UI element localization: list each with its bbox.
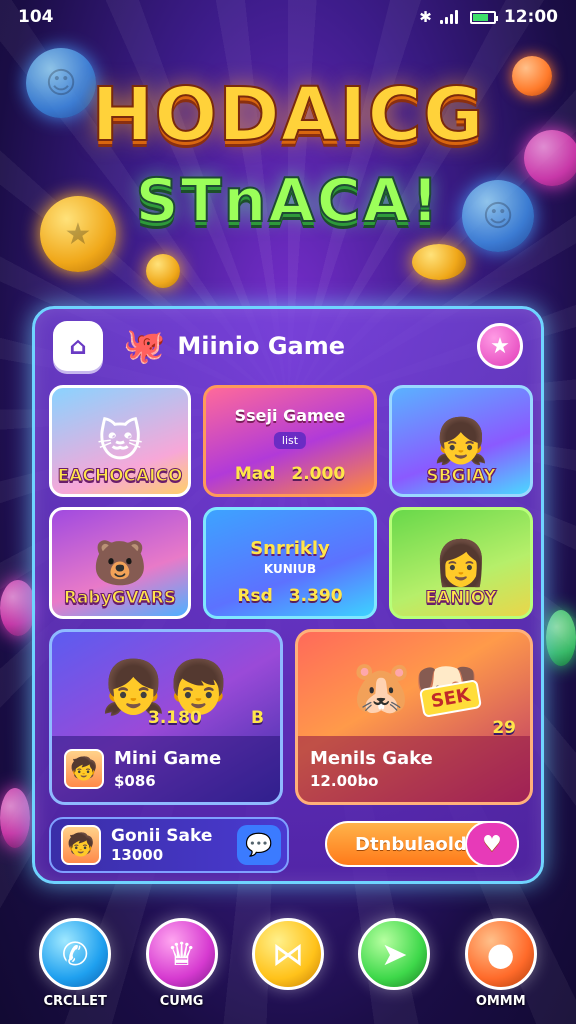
- game-chip-price: 13000: [111, 846, 164, 864]
- bow-icon[interactable]: ⋈: [251, 918, 324, 990]
- game-card-label: EACHOCAICO: [57, 466, 183, 487]
- wifi-icon: [439, 10, 462, 24]
- panel-header: ⌂ 🐙 Miinio Game ★: [35, 309, 541, 383]
- game-card-price: 3.390: [288, 586, 343, 606]
- star-button[interactable]: ★: [477, 323, 523, 369]
- status-left-text: 104: [18, 7, 54, 27]
- nav-label: CRCLLET: [43, 994, 107, 1009]
- nav-item-share[interactable]: ➤: [349, 918, 439, 1010]
- featured-game-card[interactable]: 👧👦 3.180 B 🧒 Mini Game $086: [49, 629, 283, 805]
- game-card[interactable]: 👧 SBGIAY: [389, 385, 533, 497]
- arrow-icon[interactable]: ➤: [358, 918, 431, 990]
- featured-title: Mini Game: [114, 748, 222, 769]
- bottom-nav: ✆ CRCLLET ♛ CUMG ⋈ ➤ ● OMMM: [0, 918, 576, 1010]
- game-panel: ⌂ 🐙 Miinio Game ★ 🐱 EACHOCAICO Sseji Gam…: [32, 306, 544, 884]
- game-card[interactable]: 🐱 EACHOCAICO: [49, 385, 191, 497]
- heart-icon: ♥: [465, 821, 519, 867]
- game-card[interactable]: 🐻 RabyGVARS: [49, 507, 191, 619]
- nav-item-call[interactable]: ✆ CRCLLET: [30, 918, 120, 1010]
- octopus-icon: 🐙: [123, 326, 166, 366]
- coin-decoration: [412, 244, 466, 280]
- game-card-price: 2.000: [291, 464, 346, 484]
- featured-price: $086: [114, 772, 156, 790]
- game-chip[interactable]: 🧒 Gonii Sake 13000 💬: [49, 817, 289, 873]
- featured-badge: 29: [492, 718, 516, 738]
- game-card[interactable]: Sseji Gamee list Mad 2.000: [203, 385, 377, 497]
- download-label: Dtnbulaold: [355, 833, 467, 855]
- game-card-currency: Rsd: [237, 586, 273, 606]
- nav-label: CUMG: [159, 994, 204, 1009]
- battery-icon: [469, 10, 498, 24]
- game-card-currency: Mad: [234, 464, 276, 484]
- game-card-pill: list: [273, 432, 307, 449]
- featured-title: Menils Gake: [310, 748, 433, 769]
- game-card[interactable]: Snrrikly KUNIUB Rsd 3.390: [203, 507, 377, 619]
- nav-item-gift[interactable]: ⋈: [243, 918, 333, 1010]
- coin-decoration: [0, 580, 36, 636]
- phone-icon[interactable]: ✆: [39, 918, 112, 990]
- game-card-label: SBGIAY: [426, 466, 496, 487]
- game-card[interactable]: 👩 EANIOY: [389, 507, 533, 619]
- chat-icon[interactable]: 💬: [237, 825, 281, 865]
- coin-decoration: [546, 610, 576, 666]
- game-title-line1: HODAICG: [90, 71, 485, 159]
- game-card-label: RabyGVARS: [63, 588, 177, 609]
- chat-bubble-icon[interactable]: ●: [464, 918, 537, 990]
- game-thumbnail: 🧒: [64, 749, 104, 789]
- chef-hat-icon[interactable]: ♛: [145, 918, 218, 990]
- game-card-title: Sseji Gamee: [234, 406, 346, 425]
- nav-item-game[interactable]: ♛ CUMG: [137, 918, 227, 1010]
- nav-label: OMMM: [475, 994, 526, 1009]
- gamepad-icon-button[interactable]: ⌂: [53, 321, 103, 371]
- status-time: 12:00: [503, 7, 558, 27]
- game-card-subtitle: KUNIUB: [263, 562, 317, 576]
- game-title-line2: STnACA!: [134, 165, 441, 237]
- game-card-label: EANIOY: [425, 588, 497, 609]
- coin-decoration: [146, 254, 180, 288]
- game-chip-title: Gonii Sake: [111, 826, 213, 846]
- featured-badge-secondary: B: [251, 708, 264, 728]
- nav-item-chat[interactable]: ● OMMM: [456, 918, 546, 1010]
- featured-badge: 3.180: [148, 708, 202, 728]
- bluetooth-icon: ✱: [419, 8, 432, 26]
- status-bar: 104 ✱ 12:00: [0, 0, 576, 34]
- panel-title: Miinio Game: [177, 332, 346, 360]
- download-button[interactable]: Dtnbulaold ♥: [325, 821, 519, 867]
- featured-price: 12.00bo: [310, 772, 379, 790]
- featured-game-card[interactable]: 🐹🐶 SEK 29 Menils Gake 12.00bo: [295, 629, 533, 805]
- coin-decoration: [0, 788, 30, 848]
- game-thumbnail: 🧒: [61, 825, 101, 865]
- game-card-title: Snrrikly: [250, 538, 330, 559]
